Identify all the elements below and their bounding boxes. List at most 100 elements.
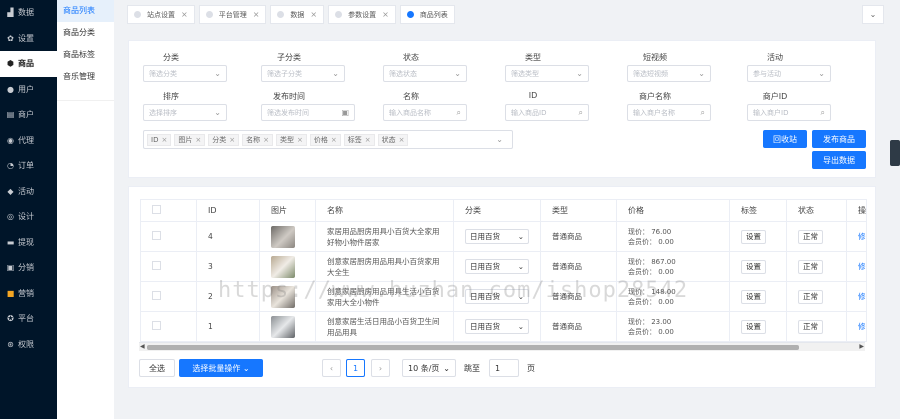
close-icon[interactable]: ×	[161, 136, 167, 144]
tag-settings-button[interactable]: 设置	[741, 259, 766, 274]
tag-settings-button[interactable]: 设置	[741, 319, 766, 334]
prev-page-button[interactable]: ‹	[322, 359, 341, 377]
sidebar-item-0[interactable]: ▟ 数据	[0, 0, 57, 26]
scrollbar-thumb[interactable]	[147, 345, 799, 350]
close-icon[interactable]: ×	[195, 136, 201, 144]
sidebar-item-8[interactable]: ◎ 设计	[0, 204, 57, 230]
edit-link[interactable]: 修	[858, 292, 866, 301]
page-number[interactable]: 1	[346, 359, 365, 377]
cell-operation: 修	[846, 281, 867, 312]
export-data-button[interactable]: 导出数据	[812, 151, 866, 169]
tabs-more-button[interactable]: ⌄	[862, 5, 884, 24]
close-icon[interactable]: ×	[382, 10, 389, 19]
tag-settings-button[interactable]: 设置	[741, 229, 766, 244]
sidebar-item-2[interactable]: ⬢ 商品	[0, 51, 57, 77]
cell-category: 日用百货 ⌄	[453, 221, 541, 252]
category-dropdown[interactable]: 日用百货 ⌄	[465, 259, 529, 274]
recycle-bin-button[interactable]: 回收站	[763, 130, 807, 148]
tab-platform-management[interactable]: 平台管理 ×	[198, 5, 267, 24]
search-icon: ⌕	[820, 107, 825, 117]
edit-link[interactable]: 修	[858, 322, 866, 331]
select-all-button[interactable]: 全选	[139, 359, 175, 377]
product-thumbnail[interactable]	[271, 225, 295, 248]
tab-param-settings[interactable]: 参数设置 ×	[328, 5, 396, 24]
sidebar-item-12[interactable]: ✪ 平台	[0, 306, 57, 332]
subnav-item-product-category[interactable]: 商品分类	[57, 22, 114, 44]
scroll-right-icon[interactable]: ▶	[859, 343, 864, 350]
column-chip: 图片 ×	[174, 133, 206, 146]
table-row: 3 创意家居厨房用品用具小百货家用大全生 日用百货 ⌄ 普通商品 现价： 867.00 会员…	[140, 251, 867, 282]
merchant-name-input[interactable]: 输入商户名称 ⌕	[627, 104, 711, 121]
subnav-item-product-tags[interactable]: 商品标签	[57, 44, 114, 66]
next-page-button[interactable]: ›	[371, 359, 390, 377]
scroll-left-icon[interactable]: ◀	[140, 343, 145, 350]
batch-operation-button[interactable]: 选择批量操作 ⌄	[179, 359, 263, 377]
close-icon[interactable]: ×	[229, 136, 235, 144]
sidebar-item-9[interactable]: ▬ 提现	[0, 230, 57, 256]
status-badge[interactable]: 正常	[798, 259, 823, 274]
row-select[interactable]	[140, 311, 197, 342]
page-size-select[interactable]: 10 条/页 ⌄	[402, 359, 456, 377]
shop-icon: ▤	[6, 110, 15, 120]
sidebar-item-1[interactable]: ✿ 设置	[0, 26, 57, 52]
product-thumbnail[interactable]	[271, 255, 295, 278]
checkbox[interactable]	[152, 321, 161, 330]
subnav-item-product-list[interactable]: 商品列表	[57, 0, 114, 22]
category-dropdown[interactable]: 日用百货 ⌄	[465, 319, 529, 334]
row-select[interactable]	[140, 251, 197, 282]
sidebar-item-13[interactable]: ⊛ 权限	[0, 332, 57, 358]
row-select[interactable]	[140, 221, 197, 252]
category-dropdown[interactable]: 日用百货 ⌄	[465, 229, 529, 244]
close-icon[interactable]: ×	[253, 10, 260, 19]
product-thumbnail[interactable]	[271, 315, 295, 338]
checkbox[interactable]	[152, 291, 161, 300]
edit-link[interactable]: 修	[858, 262, 866, 271]
checkbox[interactable]	[152, 205, 161, 214]
close-icon[interactable]: ×	[310, 10, 317, 19]
status-badge[interactable]: 正常	[798, 229, 823, 244]
product-id-input[interactable]: 输入商品ID ⌕	[505, 104, 589, 121]
checkbox[interactable]	[152, 261, 161, 270]
merchant-id-input[interactable]: 输入商户ID ⌕	[747, 104, 831, 121]
close-icon[interactable]: ×	[263, 136, 269, 144]
close-icon[interactable]: ×	[365, 136, 371, 144]
sort-select[interactable]: 选择排序 ⌄	[143, 104, 227, 121]
sidebar-item-6[interactable]: ◔ 订单	[0, 153, 57, 179]
goto-page-input[interactable]: 1	[489, 359, 519, 377]
subnav-item-music[interactable]: 音乐管理	[57, 66, 114, 88]
status-badge[interactable]: 正常	[798, 319, 823, 334]
activity-select[interactable]: 参与活动 ⌄	[747, 65, 831, 82]
short-video-select[interactable]: 筛选短视频 ⌄	[627, 65, 711, 82]
edit-link[interactable]: 修	[858, 232, 866, 241]
column-select[interactable]: ID × 图片 × 分类 × 名称 × 类型 × 价格 × 标签 × 状态 × ⌄	[143, 130, 513, 149]
subcategory-select[interactable]: 筛选子分类 ⌄	[261, 65, 345, 82]
sidebar-item-10[interactable]: ▣ 分销	[0, 255, 57, 281]
checkbox[interactable]	[152, 231, 161, 240]
sidebar-item-7[interactable]: ◆ 活动	[0, 179, 57, 205]
tab-product-list[interactable]: 商品列表	[399, 5, 455, 24]
type-select[interactable]: 筛选类型 ⌄	[505, 65, 589, 82]
tab-data[interactable]: 数据 ×	[270, 5, 325, 24]
publish-time-picker[interactable]: 筛选发布时间 ▣	[261, 104, 355, 121]
product-name-input[interactable]: 输入商品名称 ⌕	[383, 104, 467, 121]
sidebar-item-3[interactable]: ● 用户	[0, 77, 57, 103]
close-icon[interactable]: ×	[399, 136, 405, 144]
tag-settings-button[interactable]: 设置	[741, 289, 766, 304]
close-icon[interactable]: ×	[331, 136, 337, 144]
sidebar-item-11[interactable]: ■ 营销	[0, 281, 57, 307]
row-select[interactable]	[140, 281, 197, 312]
status-badge[interactable]: 正常	[798, 289, 823, 304]
publish-product-button[interactable]: 发布商品	[812, 130, 866, 148]
filter-label-sort: 排序	[163, 92, 179, 101]
sidebar-item-5[interactable]: ◉ 代理	[0, 128, 57, 154]
close-icon[interactable]: ×	[181, 10, 188, 19]
tab-site-settings[interactable]: 站点设置 ×	[127, 5, 195, 24]
header-select-all[interactable]	[140, 199, 197, 222]
floating-toolbar[interactable]	[890, 140, 900, 166]
goto-label: 跳至	[464, 364, 480, 373]
status-select[interactable]: 筛选状态 ⌄	[383, 65, 467, 82]
close-icon[interactable]: ×	[297, 136, 303, 144]
table-horizontal-scrollbar[interactable]: ◀ ▶	[139, 342, 865, 351]
sidebar-item-4[interactable]: ▤ 商户	[0, 102, 57, 128]
category-select[interactable]: 筛选分类 ⌄	[143, 65, 227, 82]
